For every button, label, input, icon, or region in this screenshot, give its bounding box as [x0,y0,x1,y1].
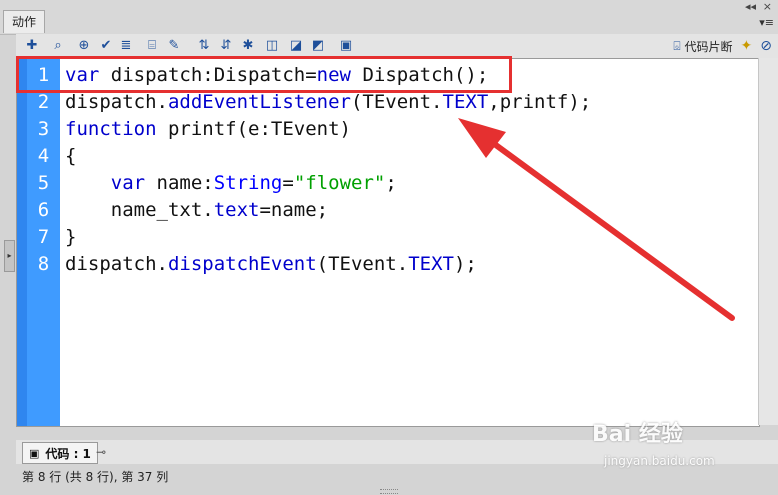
code-text: (TEvent. [316,253,409,275]
debug-options-icon[interactable]: ✎ [166,38,182,54]
add-statement-icon[interactable]: ✚ [24,38,40,54]
code-editor[interactable]: 1 2 3 4 5 6 7 8 var dispatch:Dispatch=ne… [16,58,760,427]
collapse-panel-icon[interactable]: ◂◂ [745,1,756,13]
auto-format-icon[interactable]: ≣ [118,38,134,54]
keyword: function [65,118,157,140]
expand-all-icon[interactable]: ✱ [240,38,256,54]
annotation-highlight-box [16,56,512,93]
code-line-3: function printf(e:TEvent) [65,116,351,143]
keyword: var [110,172,146,194]
code-text: (TEvent. [350,91,443,113]
line-number-gutter: 1 2 3 4 5 6 7 8 [17,59,60,426]
actions-toolbar: ✚ ⌕ ⊕ ✔ ≣ ⌸ ✎ ⇅ ⇵ ✱ ◫ ◪ ◩ ▣ ⌺ 代码片断 ✦ ⊘ [16,34,778,58]
constant: TEXT [408,253,454,275]
script-file-icon: ▣ [29,446,40,460]
code-text: name: [145,172,214,194]
line-number: 6 [37,199,50,221]
watermark-logo: Bai 经验 [592,422,683,447]
code-line-4: { [65,145,77,167]
wand-icon[interactable]: ✦ [741,38,753,54]
panel-menu-icon[interactable]: ▾≡ [759,16,774,29]
code-text: dispatch. [65,91,168,113]
code-text: = [282,172,294,194]
show-hide-toolbox-icon[interactable]: ▣ [338,38,354,54]
string-literal: "flower" [293,172,386,194]
constant: TEXT [442,91,489,113]
code-text: printf(e:TEvent) [156,118,351,140]
code-text: ,printf); [488,91,592,113]
line-number: 7 [37,226,50,248]
close-panel-icon[interactable]: × [763,1,772,13]
code-line-7: } [65,226,77,248]
collapse-between-braces-icon[interactable]: ⇅ [196,38,212,54]
code-line-2: dispatch.addEventListener(TEvent.TEXT,pr… [65,89,591,116]
help-icon[interactable]: ⊘ [760,38,772,54]
watermark-url: jingyan.baidu.com [604,454,715,468]
cursor-status: 第 8 行 (共 8 行), 第 37 列 [22,470,169,484]
vertical-scrollbar[interactable] [758,58,778,425]
baidu-watermark: Bai 经验 jingyan.baidu.com [592,416,715,468]
property-name: text [213,199,260,221]
find-icon[interactable]: ⌕ [50,38,66,54]
remove-comment-icon[interactable]: ◩ [310,38,326,54]
target-icon[interactable]: ⊕ [76,38,92,54]
apply-block-comment-icon[interactable]: ◫ [264,38,280,54]
line-number: 4 [37,145,50,167]
line-number: 2 [37,91,50,113]
tab-code-1[interactable]: ▣ 代码 : 1 [22,442,98,464]
code-line-5: var name:String="flower"; [65,170,397,197]
code-text: name_txt. [110,199,214,221]
line-number: 5 [37,172,50,194]
tab-code-label: 代码 : 1 [45,446,91,461]
pin-script-icon[interactable]: ⊸ [96,445,106,459]
panel-header: 动作 ◂◂ × ▾≡ [0,0,778,35]
collapse-selection-icon[interactable]: ⇵ [218,38,234,54]
line-number: 8 [37,253,50,275]
resize-grip[interactable] [380,489,398,494]
apply-line-comment-icon[interactable]: ◪ [288,38,304,54]
show-code-hint-icon[interactable]: ⌸ [144,38,160,54]
code-snippets-button[interactable]: ⌺ 代码片断 [673,38,732,55]
snippets-label: 代码片断 [684,39,733,54]
type-name: String [213,172,283,194]
line-number: 3 [37,118,50,140]
check-syntax-icon[interactable]: ✔ [98,38,114,54]
code-line-6: name_txt.text=name; [65,197,328,224]
breakpoint-strip[interactable] [17,59,27,426]
code-line-8: dispatch.dispatchEvent(TEvent.TEXT); [65,251,477,278]
code-text: ; [385,172,397,194]
code-text: ); [453,253,477,275]
method-name: addEventListener [167,91,351,113]
code-text: =name; [259,199,329,221]
method-name: dispatchEvent [167,253,317,275]
panel-collapse-handle[interactable]: ▸ [4,240,15,272]
snippets-icon: ⌺ [673,38,681,53]
code-text: dispatch. [65,253,168,275]
tab-actions[interactable]: 动作 [3,10,46,33]
